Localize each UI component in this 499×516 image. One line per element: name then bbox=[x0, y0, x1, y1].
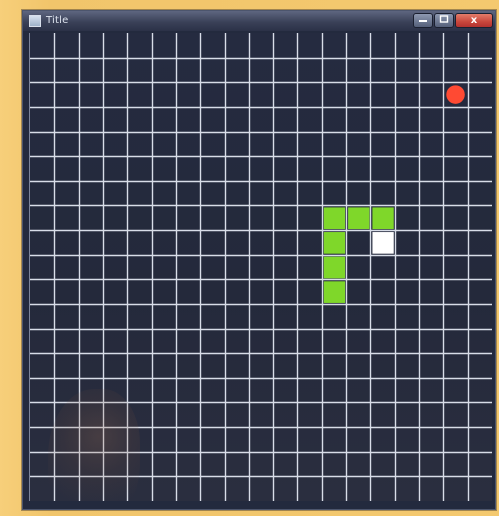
snake-segment bbox=[323, 232, 346, 254]
window-controls: x bbox=[413, 13, 493, 28]
minimize-icon-svg bbox=[419, 20, 427, 22]
game-window: Title x bbox=[22, 10, 496, 510]
window-title: Title bbox=[46, 15, 69, 26]
food-apple bbox=[446, 85, 465, 104]
minimize-icon bbox=[418, 15, 428, 26]
minimize-button[interactable] bbox=[413, 13, 433, 28]
game-grid bbox=[30, 33, 492, 501]
grid-lines bbox=[30, 33, 492, 501]
snake-segment bbox=[323, 256, 346, 279]
snake-segment bbox=[323, 207, 346, 230]
close-icon: x bbox=[470, 14, 478, 26]
window-titlebar[interactable]: Title x bbox=[23, 11, 495, 31]
desktop-background: Title x bbox=[0, 0, 499, 516]
maximize-button[interactable] bbox=[434, 13, 454, 28]
maximize-icon bbox=[439, 15, 449, 26]
close-button[interactable]: x bbox=[455, 13, 493, 28]
snake-segment bbox=[323, 281, 346, 303]
snake-segment bbox=[348, 207, 370, 230]
game-board[interactable] bbox=[29, 33, 492, 501]
maximize-icon-svg bbox=[439, 15, 449, 23]
app-window-icon bbox=[29, 15, 41, 27]
snake-segment bbox=[372, 207, 394, 230]
snake-head bbox=[372, 232, 394, 254]
